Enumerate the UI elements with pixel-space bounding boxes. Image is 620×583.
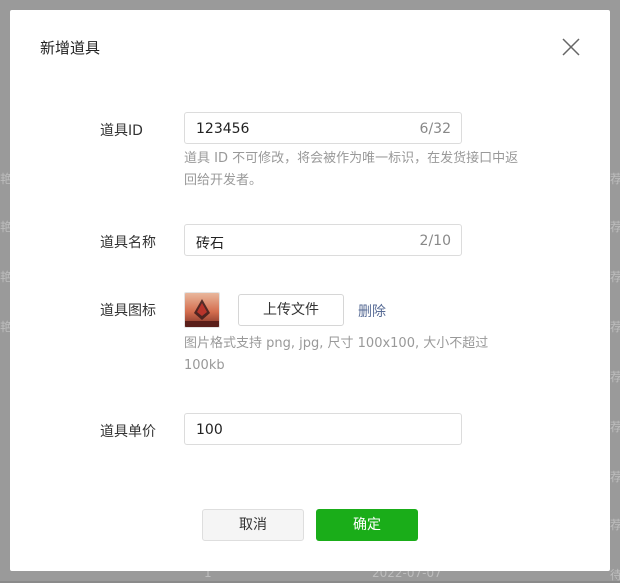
item-name-counter: 2/10 — [419, 233, 451, 249]
item-id-hint: 道具 ID 不可修改，将会被作为唯一标识，在发货接口中返回给开发者。 — [184, 151, 519, 188]
item-id-value: 123456 — [196, 121, 250, 137]
background-text: 荐 — [610, 470, 620, 484]
background-text: 荐 — [610, 172, 620, 186]
background-text: 待 — [610, 568, 620, 582]
upload-file-button[interactable]: 上传文件 — [238, 294, 344, 326]
item-name-label: 道具名称 — [100, 235, 156, 251]
item-id-label: 道具ID — [100, 123, 143, 139]
confirm-button[interactable]: 确定 — [316, 509, 418, 541]
item-id-input[interactable]: 123456 6/32 — [184, 112, 462, 144]
item-name-value: 砖石 — [196, 236, 224, 252]
background-text: 荐 — [610, 518, 620, 532]
item-id-counter: 6/32 — [419, 121, 451, 137]
item-icon-image — [185, 299, 219, 327]
background-text: 荐 — [610, 370, 620, 384]
add-item-dialog: 新增道具 道具ID 123456 6/32 道具 ID 不可修改，将会被作为唯一… — [10, 10, 610, 571]
close-icon[interactable] — [560, 36, 582, 58]
delete-icon-link[interactable]: 删除 — [358, 301, 386, 321]
item-icon-label: 道具图标 — [100, 303, 156, 319]
dialog-title: 新增道具 — [40, 39, 101, 57]
background-text: 荐 — [610, 420, 620, 434]
item-price-value: 100 — [196, 422, 223, 438]
cancel-button[interactable]: 取消 — [202, 509, 304, 541]
background-text: 荐 — [610, 220, 620, 234]
item-icon-hint: 图片格式支持 png, jpg, 尺寸 100x100, 大小不超过 100kb — [184, 336, 489, 373]
item-price-label: 道具单价 — [100, 424, 156, 440]
background-text: 荐 — [610, 270, 620, 284]
item-icon-thumbnail — [184, 292, 220, 328]
item-name-input[interactable]: 砖石 2/10 — [184, 224, 462, 256]
item-price-input[interactable]: 100 — [184, 413, 462, 445]
background-text: 荐 — [610, 320, 620, 334]
